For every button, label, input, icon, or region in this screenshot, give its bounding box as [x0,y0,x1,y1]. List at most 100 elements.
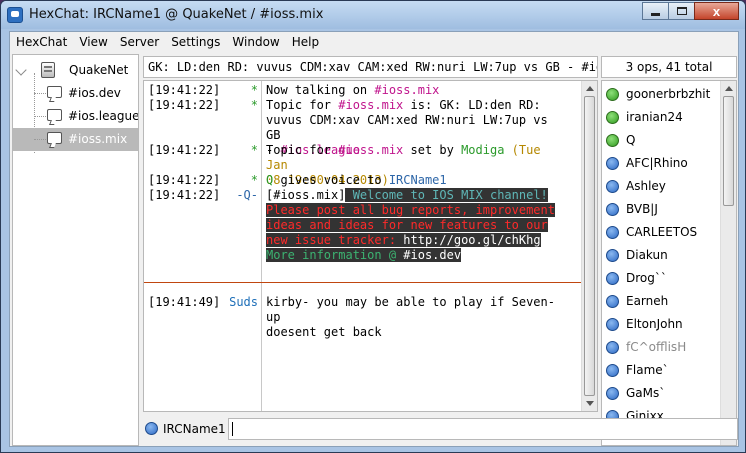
url-link[interactable]: http://goo.gl/chKhg [403,233,541,247]
tree-server-label: QuakeNet [69,63,129,77]
notice-text: More information @ [266,248,404,262]
close-icon: x [712,3,721,19]
voice-status-icon [606,318,619,331]
op-status-icon [606,134,619,147]
line-nick[interactable]: Suds [229,295,258,309]
voice-status-icon [606,226,619,239]
menu-help[interactable]: Help [286,32,325,52]
userlist-scrollbar[interactable] [720,81,736,445]
scrollbar-thumb[interactable] [723,96,734,206]
user-list-item[interactable]: AFC|Rhino [602,154,720,176]
voice-status-icon [606,203,619,216]
chat-view[interactable]: [19:41:22] * Now talking on #ioss.mix [1… [143,80,598,412]
window-title: HexChat: IRCName1 @ QuakeNet / #ioss.mix [29,7,324,22]
channel-link[interactable]: #ios.dev [403,248,462,262]
nick-link[interactable]: Modiga [461,143,504,157]
hexchat-window: HexChat: IRCName1 @ QuakeNet / #ioss.mix… [0,0,746,453]
line-nick: * [250,98,258,112]
msg-text: Topic for [266,98,339,112]
menu-view[interactable]: View [73,32,113,52]
user-list-item[interactable]: GaMs` [602,384,720,406]
tree-channel-ios-league[interactable]: #ios.league [13,105,138,128]
notice-text: Welcome to IOS MIX channel! [345,188,548,202]
tree-channel-ios-dev[interactable]: #ios.dev [13,82,138,105]
menu-hexchat[interactable]: HexChat [10,32,73,52]
op-status-icon [606,111,619,124]
channel-link[interactable]: #ioss.mix [338,143,403,157]
tree-branch [34,93,46,94]
chat-text-area[interactable]: [19:41:22] * Now talking on #ioss.mix [1… [144,81,581,411]
menu-settings[interactable]: Settings [165,32,226,52]
channel-icon [47,109,62,121]
timestamp: [19:41:22] [148,98,221,112]
menu-server[interactable]: Server [114,32,165,52]
user-list-item[interactable]: Drog`` [602,269,720,291]
tree-server-quakenet[interactable]: QuakeNet [13,59,138,82]
msg-text: [#ioss.mix] [266,188,346,202]
channel-link[interactable]: #ioss.mix [338,98,403,112]
msg-text: is: GK: LD:den RD: [403,98,541,112]
user-list-item[interactable]: Diakun [602,246,720,268]
menu-window[interactable]: Window [226,32,285,52]
voice-status-icon [606,272,619,285]
tree-channel-label: #ios.league [68,109,138,123]
channel-icon [47,132,62,144]
menu-bar: HexChat View Server Settings Window Help [10,32,738,52]
user-nick: goonerbrbzhit [626,87,711,101]
msg-text: Now talking on [266,83,375,97]
user-count: 3 ops, 41 total [601,56,737,78]
op-status-icon [606,88,619,101]
user-list-item[interactable]: CARLEETOS [602,223,720,245]
user-list-item[interactable]: Q [602,131,720,153]
voice-status-icon [606,157,619,170]
voice-status-icon [606,387,619,400]
title-bar[interactable]: HexChat: IRCName1 @ QuakeNet / #ioss.mix… [1,1,745,29]
msg-text: set by [403,143,462,157]
maximize-icon [676,7,687,15]
timestamp: [19:41:22] [148,83,221,97]
scroll-up-icon[interactable] [725,86,733,91]
timestamp: [19:41:49] [148,295,221,309]
user-nick: Diakun [626,248,668,262]
user-nick: Ashley [626,179,666,193]
user-list-item[interactable]: Ashley [602,177,720,199]
chat-scrollbar[interactable] [581,81,597,411]
user-list-item[interactable]: fC^offlisH [602,338,720,360]
user-status-icon [145,422,158,435]
user-list-item[interactable]: BVB|J [602,200,720,222]
voice-status-icon [606,249,619,262]
msg-text: doesent get back [266,325,382,339]
user-nick: iranian24 [626,110,683,124]
user-nick: Flame` [626,363,669,377]
nick-button[interactable]: IRCName1 [163,422,226,436]
channel-link[interactable]: #ioss.mix [374,83,439,97]
user-nick: BVB|J [626,202,658,216]
collapse-arrow-icon[interactable] [15,64,27,76]
scrollbar-thumb[interactable] [584,96,595,396]
scroll-down-icon[interactable] [586,401,594,406]
user-list-item[interactable]: Earneh [602,292,720,314]
user-list-item[interactable]: Flame` [602,361,720,383]
minimize-button[interactable] [642,2,669,20]
notice-text: new issue tracker: [266,233,404,247]
maximize-button[interactable] [668,2,695,20]
message-input[interactable] [228,418,738,440]
line-nick: * [250,173,258,187]
nick-link[interactable]: IRCName1 [389,173,447,187]
notice-text: Please post all bug reports, improvement [266,203,555,217]
tree-branch [34,116,46,117]
line-message: [#ioss.mix] Welcome to IOS MIX channel! … [266,188,566,263]
close-button[interactable]: x [694,2,739,20]
msg-text: kirby- you may be able to play if Seven-… [266,295,555,324]
user-list-item[interactable]: goonerbrbzhit [602,85,720,107]
tree-channel-label: #ioss.mix [68,132,128,146]
topic-bar[interactable]: GK: LD:den RD: vuvus CDM:xav CAM:xed RW:… [143,56,598,78]
user-list-item[interactable]: iranian24 [602,108,720,130]
user-list-item[interactable]: EltonJohn [602,315,720,337]
tree-channel-ioss-mix[interactable]: #ioss.mix [13,128,138,151]
channel-tree: QuakeNet #ios.dev #ios.league #ioss.mix [12,54,139,446]
scroll-up-icon[interactable] [586,86,594,91]
user-nick: Drog`` [626,271,667,285]
line-message: Now talking on #ioss.mix [266,83,566,98]
voice-status-icon [606,295,619,308]
